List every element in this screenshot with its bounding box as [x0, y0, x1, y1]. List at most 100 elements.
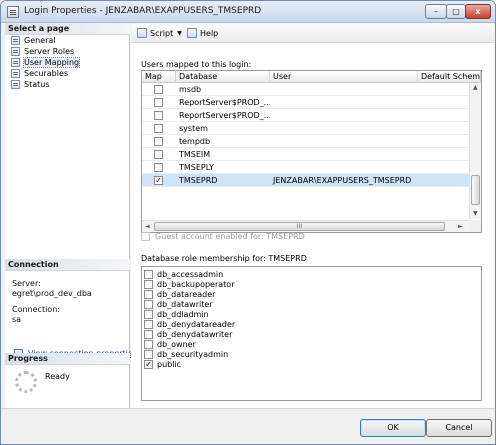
page-item-label: Server Roles	[24, 47, 75, 56]
role-checkbox-checked[interactable]: ✓	[144, 359, 153, 369]
page-item-securables[interactable]: Securables	[11, 68, 68, 79]
scroll-corner	[469, 220, 481, 232]
role-checkbox[interactable]	[144, 339, 153, 349]
user-cell[interactable]	[270, 161, 418, 174]
column-header-database[interactable]: Database	[176, 71, 270, 83]
map-checkbox[interactable]	[154, 111, 163, 120]
login-properties-window: Login Properties - JENZABAR\EXAPPUSERS_T…	[0, 0, 496, 445]
help-label: Help	[200, 28, 219, 38]
role-label: db_denydatareader	[157, 319, 236, 329]
user-cell[interactable]	[270, 96, 418, 109]
table-row-selected[interactable]: ✓ TMSEPRD JENZABAR\EXAPPUSERS_TMSEPRD	[142, 174, 469, 187]
role-checkbox[interactable]	[144, 269, 153, 279]
column-header-user[interactable]: User	[270, 71, 418, 83]
user-cell[interactable]	[270, 122, 418, 135]
role-checkbox[interactable]	[144, 289, 153, 299]
list-item[interactable]: db_securityadmin	[144, 349, 228, 359]
list-item[interactable]: db_backupoperator	[144, 279, 234, 289]
page-icon	[11, 69, 20, 78]
column-header-default-schema[interactable]: Default Schem	[418, 71, 481, 83]
user-cell[interactable]	[270, 135, 418, 148]
script-label: Script	[150, 28, 174, 38]
map-checkbox[interactable]	[154, 150, 163, 159]
scroll-right-icon[interactable]: ►	[458, 223, 463, 230]
connection-value: sa	[12, 315, 22, 324]
table-row[interactable]: msdb	[142, 83, 469, 96]
user-cell[interactable]	[270, 83, 418, 96]
guest-account-option: Guest account enabled for: TMSEPRD	[141, 232, 305, 241]
users-mapped-label: Users mapped to this login:	[141, 60, 252, 69]
map-checkbox[interactable]	[154, 163, 163, 172]
list-item[interactable]: db_denydatareader	[144, 319, 235, 329]
page-item-label: Securables	[24, 69, 69, 78]
scroll-up-icon[interactable]: ▲	[473, 84, 478, 91]
table-row[interactable]: tempdb	[142, 135, 469, 148]
page-icon	[11, 36, 20, 45]
database-cell: ReportServer$PROD_...	[179, 111, 270, 120]
database-cell: TMSEPRD	[179, 176, 218, 185]
role-checkbox[interactable]	[144, 329, 153, 339]
list-item[interactable]: db_ddladmin	[144, 309, 209, 319]
close-button[interactable]: x	[465, 4, 491, 19]
role-checkbox[interactable]	[144, 279, 153, 289]
column-header-map[interactable]: Map	[142, 71, 176, 83]
progress-status: Ready	[45, 372, 70, 381]
map-checkbox-checked[interactable]: ✓	[154, 176, 163, 185]
scroll-left-icon[interactable]: ◄	[145, 223, 150, 230]
page-icon	[11, 80, 20, 89]
database-cell: ReportServer$PROD_...	[179, 98, 270, 107]
map-checkbox[interactable]	[154, 137, 163, 146]
list-item[interactable]: db_owner	[144, 339, 196, 349]
page-item-label: General	[24, 36, 56, 45]
user-cell[interactable]: JENZABAR\EXAPPUSERS_TMSEPRD	[270, 174, 418, 187]
page-item-label: User Mapping	[22, 57, 81, 68]
cancel-button[interactable]: Cancel	[426, 419, 492, 437]
chevron-down-icon[interactable]: ▼	[177, 30, 182, 37]
role-checkbox[interactable]	[144, 319, 153, 329]
connection-label: Connection:	[12, 305, 60, 314]
connection-heading: Connection	[5, 259, 130, 271]
horizontal-scrollbar[interactable]: ◄ III ►	[142, 220, 469, 232]
progress-spinner-icon	[15, 371, 37, 393]
title-bar[interactable]: Login Properties - JENZABAR\EXAPPUSERS_T…	[1, 1, 495, 23]
map-checkbox[interactable]	[154, 124, 163, 133]
page-item-status[interactable]: Status	[11, 79, 50, 90]
table-row[interactable]: system	[142, 122, 469, 135]
table-row[interactable]: TMSEPLY	[142, 161, 469, 174]
minimize-button[interactable]: –	[425, 4, 447, 19]
role-label: db_accessadmin	[157, 269, 224, 279]
database-cell: system	[179, 124, 208, 133]
table-row[interactable]: TMSEIM	[142, 148, 469, 161]
page-item-user-mapping[interactable]: User Mapping	[11, 57, 81, 68]
list-item[interactable]: ✓ public	[144, 359, 181, 369]
list-item[interactable]: db_datawriter	[144, 299, 213, 309]
list-item[interactable]: db_datareader	[144, 289, 215, 299]
role-label: db_backupoperator	[157, 279, 235, 289]
dialog-button-bar: OK Cancel	[1, 408, 495, 444]
user-cell[interactable]	[270, 148, 418, 161]
table-row[interactable]: ReportServer$PROD_...	[142, 96, 469, 109]
right-pane: Script ▼ Help Users mapped to this login…	[131, 23, 494, 408]
list-item[interactable]: db_accessadmin	[144, 269, 223, 279]
user-cell[interactable]	[270, 109, 418, 122]
ok-button[interactable]: OK	[360, 419, 426, 437]
help-button[interactable]: Help	[187, 27, 218, 39]
scroll-down-icon[interactable]: ▼	[473, 210, 478, 217]
maximize-button[interactable]: □	[446, 4, 466, 19]
horizontal-scroll-thumb[interactable]: III	[154, 222, 445, 231]
script-button[interactable]: Script ▼	[137, 27, 182, 39]
role-checkbox[interactable]	[144, 299, 153, 309]
page-item-server-roles[interactable]: Server Roles	[11, 46, 74, 57]
role-checkbox[interactable]	[144, 349, 153, 359]
vertical-scrollbar[interactable]: ▲ ▼	[469, 83, 481, 219]
list-item[interactable]: db_denydatawriter	[144, 329, 232, 339]
grid-header: Map Database User Default Schem	[142, 71, 481, 83]
map-checkbox[interactable]	[154, 85, 163, 94]
script-icon	[137, 28, 147, 38]
role-checkbox[interactable]	[144, 309, 153, 319]
vertical-scroll-thumb[interactable]	[471, 175, 480, 205]
map-checkbox[interactable]	[154, 98, 163, 107]
user-mapping-grid: Map Database User Default Schem msdb Rep…	[141, 70, 482, 233]
table-row[interactable]: ReportServer$PROD_...	[142, 109, 469, 122]
page-item-general[interactable]: General	[11, 35, 56, 46]
